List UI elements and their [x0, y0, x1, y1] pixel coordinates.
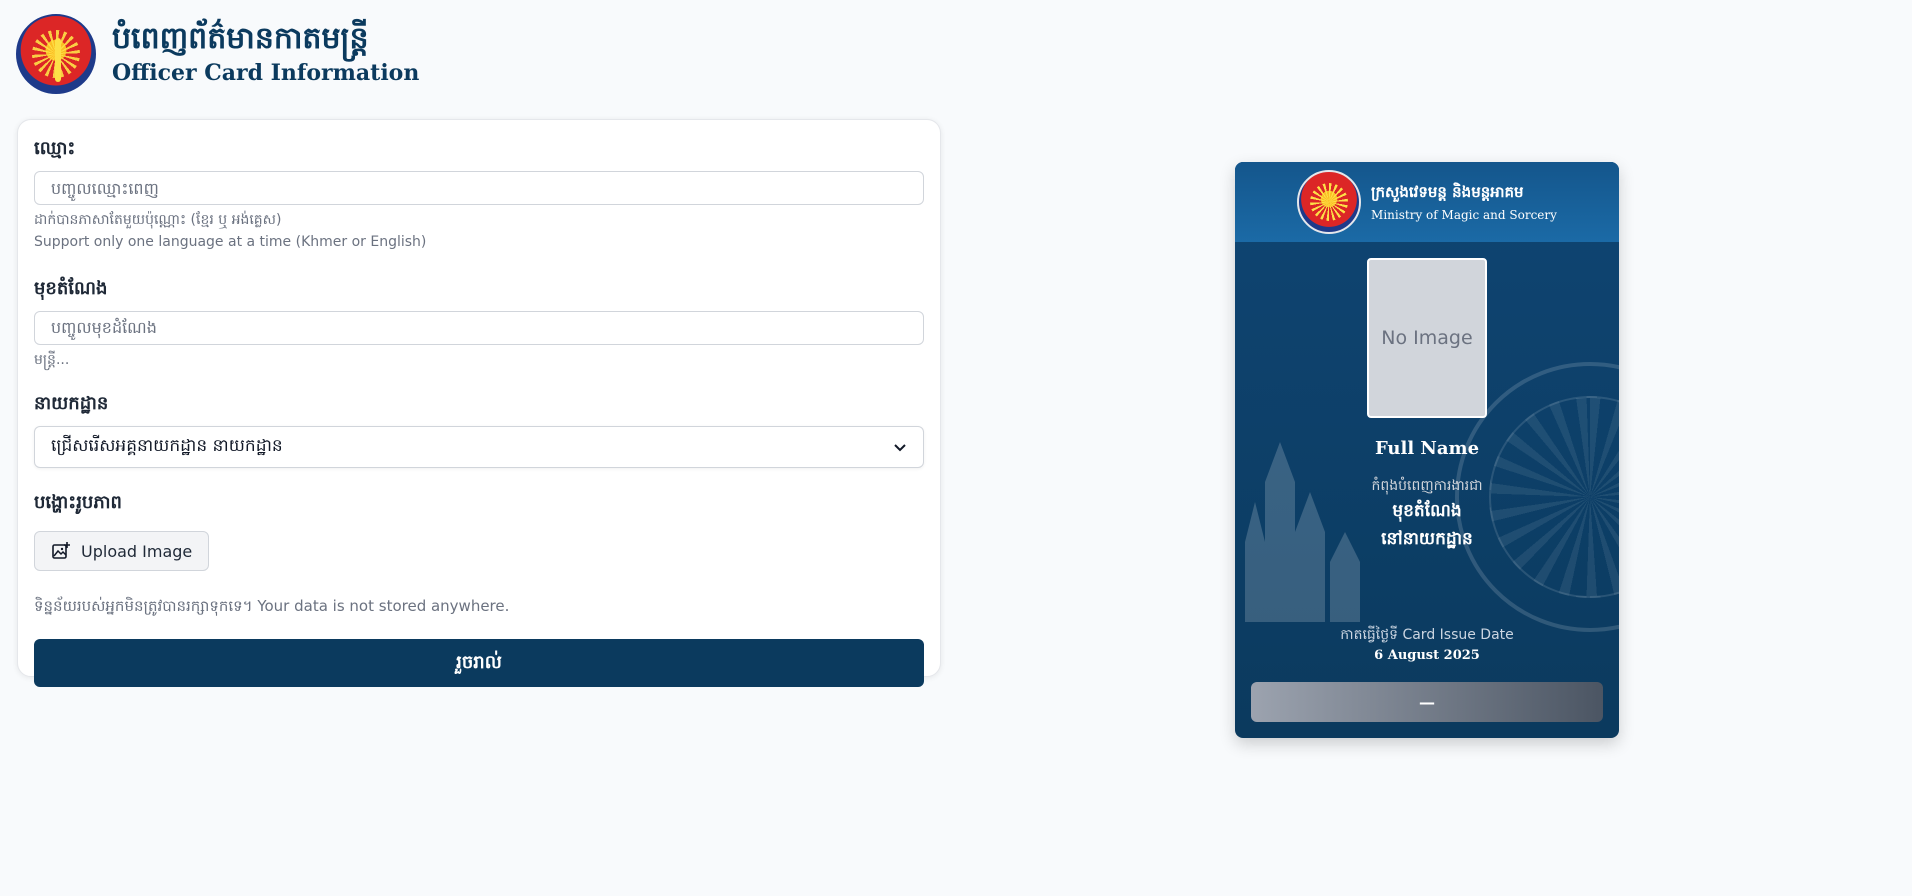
- card-ministry-logo: [1297, 170, 1362, 234]
- card-issue-label: កាតធ្វើថ្ងៃទី Card Issue Date: [1340, 627, 1514, 643]
- card-role-title: មុខតំណែង: [1392, 501, 1462, 521]
- department-field-group: នាយកដ្ឋាន ជ្រើសរើសអគ្គនាយកដ្ឋាន នាយកដ្ឋា…: [34, 391, 924, 469]
- card-barcode: —: [1251, 682, 1603, 722]
- name-field-group: ឈ្មោះ ដាក់បានភាសាតែមួយប៉ុណ្ណោះ (ខ្មែរ ឬ …: [34, 136, 924, 254]
- page-title-khmer: បំពេញព័ត៌មានកាតមន្ត្រី: [112, 20, 369, 56]
- card-role-department: នៅនាយកដ្ឋាន: [1381, 529, 1473, 549]
- name-label: ឈ្មោះ: [34, 138, 76, 159]
- department-selected-value: ជ្រើសរើសអគ្គនាយកដ្ឋាន នាយកដ្ឋាន: [51, 435, 283, 456]
- privacy-note: ទិន្នន័យរបស់អ្នកមិនត្រូវបានរក្សាទុកទេ។ Y…: [34, 597, 510, 616]
- card-header: ក្រសួងវេទមន្ត និងមន្តអាគម Ministry of Ma…: [1235, 162, 1619, 242]
- name-input[interactable]: [34, 171, 924, 205]
- department-label: នាយកដ្ឋាន: [34, 393, 109, 415]
- id-card-preview: ក្រសួងវេទមន្ត និងមន្តអាគម Ministry of Ma…: [1235, 162, 1619, 738]
- image-add-icon: [52, 542, 70, 559]
- card-ministry-english: Ministry of Magic and Sorcery: [1371, 207, 1557, 222]
- department-select[interactable]: ជ្រើសរើសអគ្គនាយកដ្ឋាន នាយកដ្ឋាន: [34, 426, 924, 469]
- name-help-english: Support only one language at a time (Khm…: [34, 234, 427, 251]
- card-issue-date: 6 August 2025: [1374, 648, 1480, 663]
- position-input[interactable]: [34, 310, 924, 345]
- photo-placeholder: No Image: [1367, 258, 1487, 418]
- card-role-caption: កំពុងបំពេញការងារជា: [1371, 478, 1483, 494]
- card-ministry-khmer: ក្រសួងវេទមន្ត និងមន្តអាគម: [1371, 182, 1524, 201]
- upload-field-group: បង្ហោះរូបភាព Upload Image: [34, 490, 924, 572]
- page-header: បំពេញព័ត៌មានកាតមន្ត្រី Officer Card Info…: [16, 14, 419, 94]
- position-label: មុខតំណែង: [34, 277, 108, 299]
- page-title-english: Officer Card Information: [112, 60, 420, 87]
- upload-image-button[interactable]: Upload Image: [34, 531, 210, 572]
- position-help: មន្ត្រី...: [34, 351, 70, 368]
- upload-image-button-label: Upload Image: [81, 541, 193, 561]
- card-full-name: Full Name: [1374, 438, 1480, 459]
- position-field-group: មុខតំណែង មន្ត្រី...: [34, 276, 924, 371]
- submit-button[interactable]: រួចរាល់: [34, 639, 924, 688]
- ministry-logo: [16, 14, 96, 94]
- officer-form: ឈ្មោះ ដាក់បានភាសាតែមួយប៉ុណ្ណោះ (ខ្មែរ ឬ …: [17, 119, 941, 688]
- upload-label: បង្ហោះរូបភាព: [34, 492, 122, 514]
- name-help-khmer: ដាក់បានភាសាតែមួយប៉ុណ្ណោះ (ខ្មែរ ឬ អង់គ្ល…: [34, 212, 282, 228]
- chevron-down-icon: [894, 444, 906, 452]
